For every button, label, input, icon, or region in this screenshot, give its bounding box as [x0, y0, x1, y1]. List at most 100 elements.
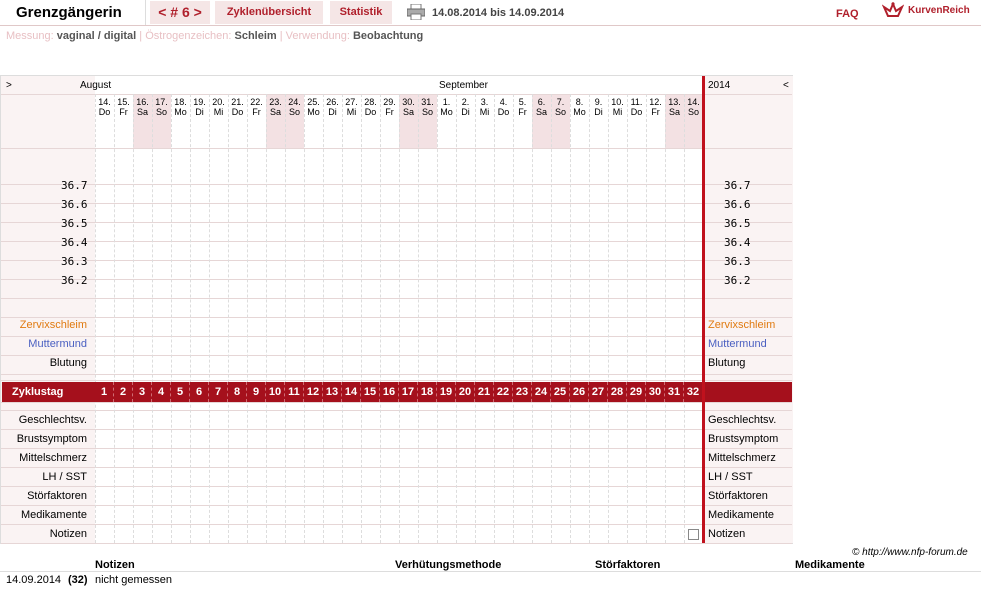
row-label-lower-right: Medikamente — [708, 509, 775, 521]
nav-prev[interactable]: > — [6, 80, 12, 91]
zyklustag-number: 20 — [456, 382, 475, 402]
grid-vline — [323, 94, 324, 543]
note-cycle-day: (32) — [68, 574, 88, 586]
crown-icon — [882, 2, 904, 17]
grid-hline — [1, 410, 792, 411]
day-number: 27. — [345, 97, 358, 107]
day-weekday: Do — [497, 107, 510, 117]
temp-label-left: 36.2 — [61, 274, 88, 287]
zyklustag-number: 27 — [589, 382, 608, 402]
day-number: 19. — [193, 97, 206, 107]
zyklustag-number: 7 — [209, 382, 228, 402]
printer-icon[interactable] — [407, 4, 425, 20]
zyklustag-number: 3 — [133, 382, 152, 402]
day-number: 8. — [575, 97, 584, 107]
row-label-blutung: Blutung — [49, 357, 87, 369]
page-title: Grenzgängerin — [16, 4, 122, 21]
day-number: 13. — [668, 97, 681, 107]
day-number: 28. — [364, 97, 377, 107]
grid-hline — [1, 260, 792, 261]
zyklustag-number: 9 — [247, 382, 266, 402]
zyklustag-number: 11 — [285, 382, 304, 402]
day-weekday: So — [288, 107, 300, 117]
grid-vline — [570, 94, 571, 543]
grid-vline — [152, 94, 153, 543]
col-medikamente: Medikamente — [795, 559, 865, 571]
grid-hline — [1, 317, 792, 318]
day-number: 24. — [288, 97, 301, 107]
day-number: 11. — [630, 97, 643, 107]
grid-vline — [209, 94, 210, 543]
day-number: 5. — [518, 97, 527, 107]
day-weekday: Sa — [535, 107, 547, 117]
day-number: 22. — [250, 97, 263, 107]
day-weekday: Fr — [119, 107, 128, 117]
faq-link[interactable]: FAQ — [836, 8, 859, 20]
grid-hline — [1, 298, 792, 299]
copyright: © http://www.nfp-forum.de — [852, 547, 968, 558]
note-icon[interactable] — [688, 529, 699, 540]
zyklustag-number: 24 — [532, 382, 551, 402]
date-range: 14.08.2014 bis 14.09.2014 — [432, 7, 565, 19]
day-weekday: Di — [328, 107, 337, 117]
temp-label-left: 36.6 — [61, 198, 88, 211]
messung-value: vaginal / digital — [56, 30, 137, 42]
zyklustag-number: 16 — [380, 382, 399, 402]
day-number: 29. — [383, 97, 396, 107]
grid-vline — [494, 94, 495, 543]
grid-hline — [1, 184, 792, 185]
messung-label: Messung: — [6, 30, 54, 42]
grid-hline — [1, 374, 792, 375]
grid-vline — [646, 94, 647, 543]
grid-vline — [456, 94, 457, 543]
day-number: 1. — [442, 97, 451, 107]
day-weekday: Mi — [213, 107, 224, 117]
grid-vline — [342, 94, 343, 543]
oestrogen-value: Schleim — [234, 30, 277, 42]
grid-vline — [380, 94, 381, 543]
grid-vline — [551, 94, 552, 543]
tab-statistics[interactable]: Statistik — [330, 1, 392, 24]
day-weekday: Do — [98, 107, 111, 117]
row-label-lower-right: LH / SST — [708, 471, 753, 483]
day-weekday: Mo — [573, 107, 586, 117]
zyklustag-bar: Zyklustag 1 2 3 4 5 6 7 8 9 10 11 12 13 14 15 16 17 18 19 2… — [2, 382, 792, 402]
top-bar: Grenzgängerin < # 6 > Zyklenübersicht St… — [0, 0, 981, 26]
row-label-lower: Medikamente — [20, 509, 87, 521]
day-number: 12. — [649, 97, 662, 107]
zyklustag-number: 22 — [494, 382, 513, 402]
zyklustag-number: 15 — [361, 382, 380, 402]
row-label-blutung-right: Blutung — [708, 357, 746, 369]
row-label-muttermund-right: Muttermund — [708, 338, 767, 350]
day-weekday: Mi — [346, 107, 357, 117]
day-number: 31. — [421, 97, 434, 107]
day-weekday: Sa — [402, 107, 414, 117]
tab-cycle-overview[interactable]: Zyklenübersicht — [215, 1, 323, 24]
year-label: 2014 — [708, 80, 731, 91]
zyklustag-number: 19 — [437, 382, 456, 402]
grid-vline — [665, 94, 666, 543]
day-number: 14. — [687, 97, 700, 107]
zyklustag-number: 25 — [551, 382, 570, 402]
cycle-navigator[interactable]: < # 6 > — [150, 1, 210, 24]
grid-hline — [1, 429, 792, 430]
grid-vline — [513, 94, 514, 543]
temp-label-left: 36.3 — [61, 255, 88, 268]
grid-hline — [1, 94, 792, 95]
zyklustag-number: 21 — [475, 382, 494, 402]
grid-hline — [1, 505, 792, 506]
row-label-lower: Brustsymptom — [16, 433, 87, 445]
logo[interactable]: KurvenReich — [880, 2, 980, 22]
zyklustag-number: 4 — [152, 382, 171, 402]
day-number: 25. — [307, 97, 320, 107]
zyklustag-number: 29 — [627, 382, 646, 402]
day-weekday: So — [155, 107, 167, 117]
grid-vline — [475, 94, 476, 543]
day-number: 17. — [155, 97, 168, 107]
zyklustag-number: 31 — [665, 382, 684, 402]
grid-vline — [114, 94, 115, 543]
grid-vline — [608, 94, 609, 543]
nav-next[interactable]: < — [783, 80, 789, 91]
col-verhuetung: Verhütungsmethode — [395, 559, 502, 571]
day-weekday: Mi — [479, 107, 490, 117]
